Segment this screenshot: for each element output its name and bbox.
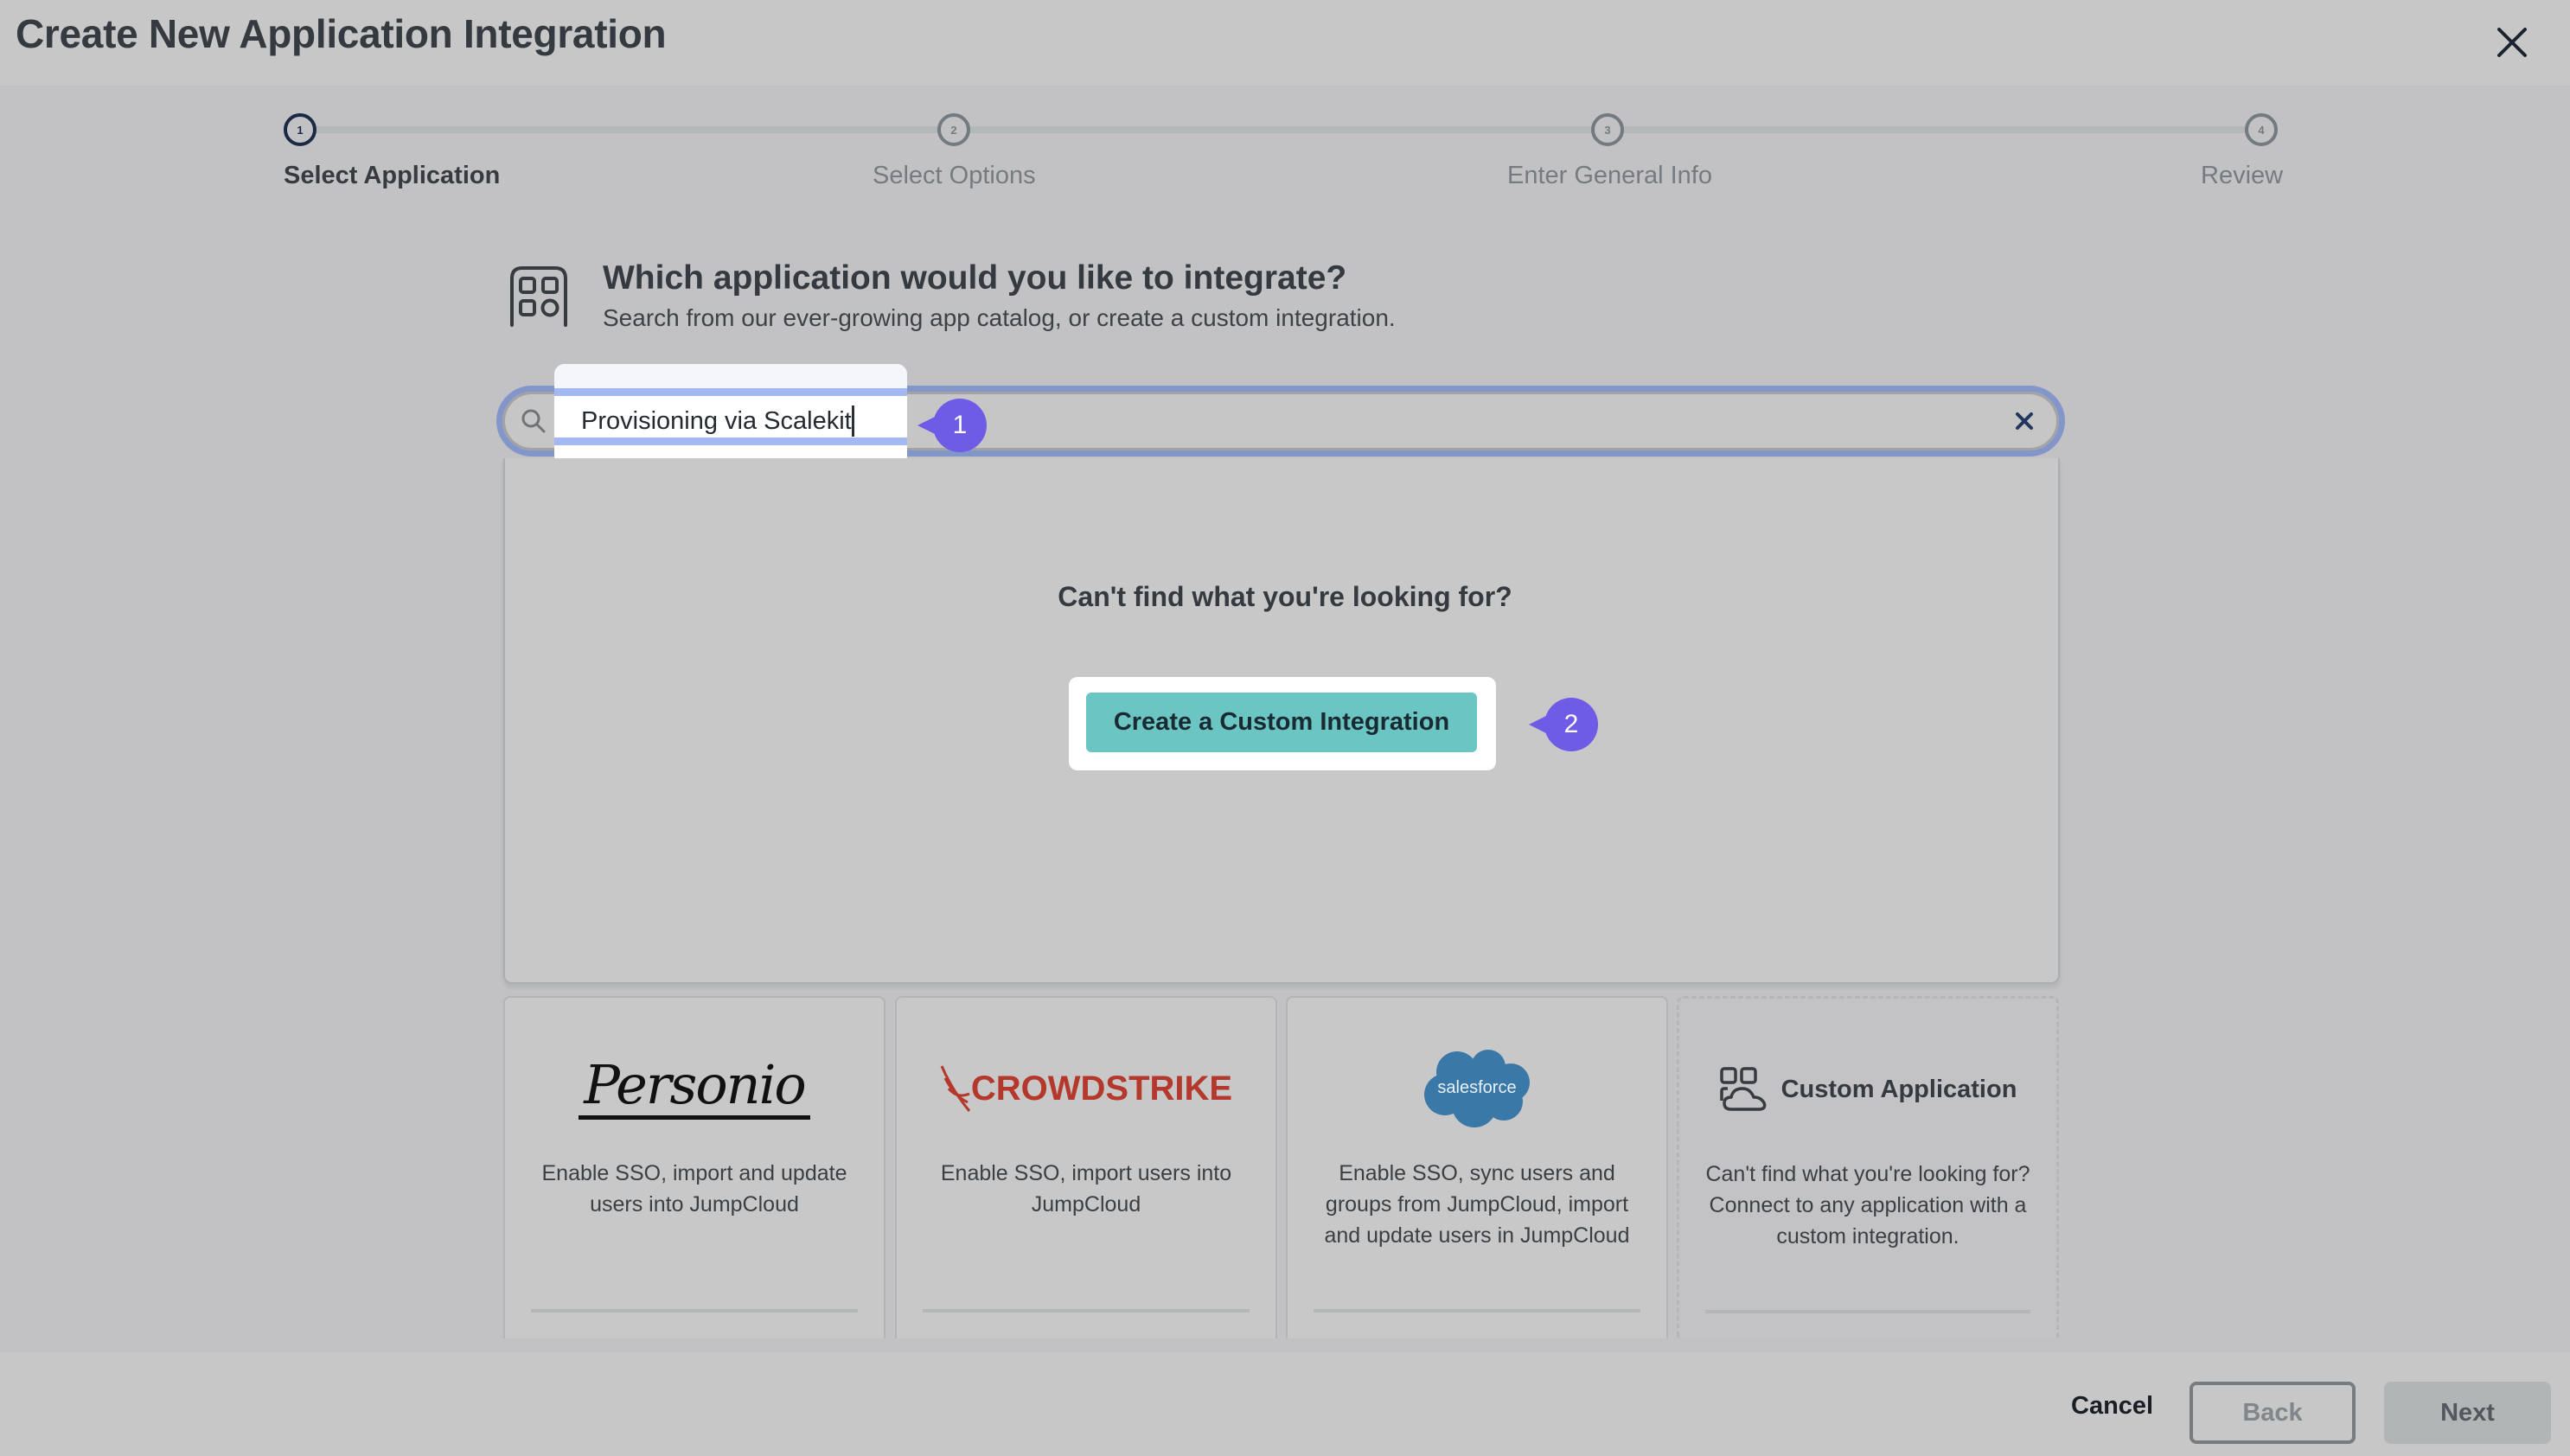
- modal-title: Create New Application Integration: [16, 11, 667, 56]
- custom-app-cloud-icon: [1719, 1067, 1766, 1111]
- app-card-custom-application[interactable]: Custom Application Can't find what you'r…: [1677, 996, 2059, 1338]
- text-caret: [852, 406, 854, 437]
- next-button[interactable]: Next: [2384, 1382, 2551, 1444]
- app-card-salesforce[interactable]: salesforce Enable SSO, sync users and gr…: [1286, 996, 1668, 1338]
- app-card-crowdstrike[interactable]: CROWDSTRIKE Enable SSO, import users int…: [895, 996, 1277, 1338]
- card-description: Enable SSO, sync users and groups from J…: [1324, 1161, 1630, 1248]
- card-divider: [923, 1309, 1250, 1312]
- app-grid-icon: [510, 266, 567, 327]
- crowdstrike-claw-icon: [940, 1065, 971, 1112]
- question-title: Which application would you like to inte…: [603, 259, 1347, 297]
- modal-header: Create New Application Integration: [0, 0, 2570, 86]
- custom-application-title: Custom Application: [1780, 1075, 2017, 1103]
- salesforce-logo: salesforce: [1288, 1041, 1666, 1136]
- step-number: 2: [937, 113, 970, 146]
- personio-logo-text: Personio: [579, 1057, 810, 1120]
- create-custom-integration-button[interactable]: Create a Custom Integration: [1086, 693, 1477, 752]
- card-divider: [531, 1309, 858, 1312]
- stepper-track: [300, 126, 2261, 133]
- question-subtitle: Search from our ever-growing app catalog…: [603, 304, 1396, 331]
- back-button[interactable]: Back: [2190, 1382, 2356, 1444]
- salesforce-logo-text: salesforce: [1437, 1078, 1516, 1097]
- card-description: Can't find what you're looking for? Conn…: [1705, 1162, 2030, 1248]
- step-number: 3: [1591, 113, 1624, 146]
- clear-icon[interactable]: [2011, 408, 2037, 434]
- custom-application-header: Custom Application: [1679, 1042, 2056, 1137]
- close-button[interactable]: [2492, 22, 2532, 62]
- annotation-badge-2: 2: [1529, 698, 1598, 751]
- step-number: 4: [2245, 113, 2278, 146]
- search-icon: [521, 409, 546, 433]
- step-number: 1: [284, 113, 316, 146]
- close-icon: [2497, 28, 2527, 57]
- step-label: Enter General Info: [1507, 162, 1712, 189]
- cancel-button[interactable]: Cancel: [2071, 1392, 2153, 1421]
- modal-footer: [0, 1352, 2570, 1456]
- personio-logo: Personio: [505, 1041, 884, 1136]
- step-label: Select Application: [284, 162, 501, 189]
- empty-results-message: Can't find what you're looking for?: [1058, 581, 1512, 612]
- card-divider: [1705, 1310, 2030, 1313]
- app-card-personio[interactable]: Personio Enable SSO, import and update u…: [503, 996, 885, 1338]
- crowdstrike-logo: CROWDSTRIKE: [897, 1041, 1275, 1136]
- step-label: Review: [2201, 162, 2284, 189]
- card-description: Enable SSO, import and update users into…: [541, 1161, 847, 1217]
- card-divider: [1314, 1309, 1640, 1312]
- card-description: Enable SSO, import users into JumpCloud: [940, 1161, 1232, 1217]
- step-label: Select Options: [873, 162, 1036, 189]
- crowdstrike-logo-text: CROWDSTRIKE: [970, 1069, 1233, 1108]
- salesforce-cloud-icon: salesforce: [1424, 1050, 1530, 1127]
- annotation-badge-1: 1: [917, 399, 987, 452]
- search-input[interactable]: [581, 401, 892, 441]
